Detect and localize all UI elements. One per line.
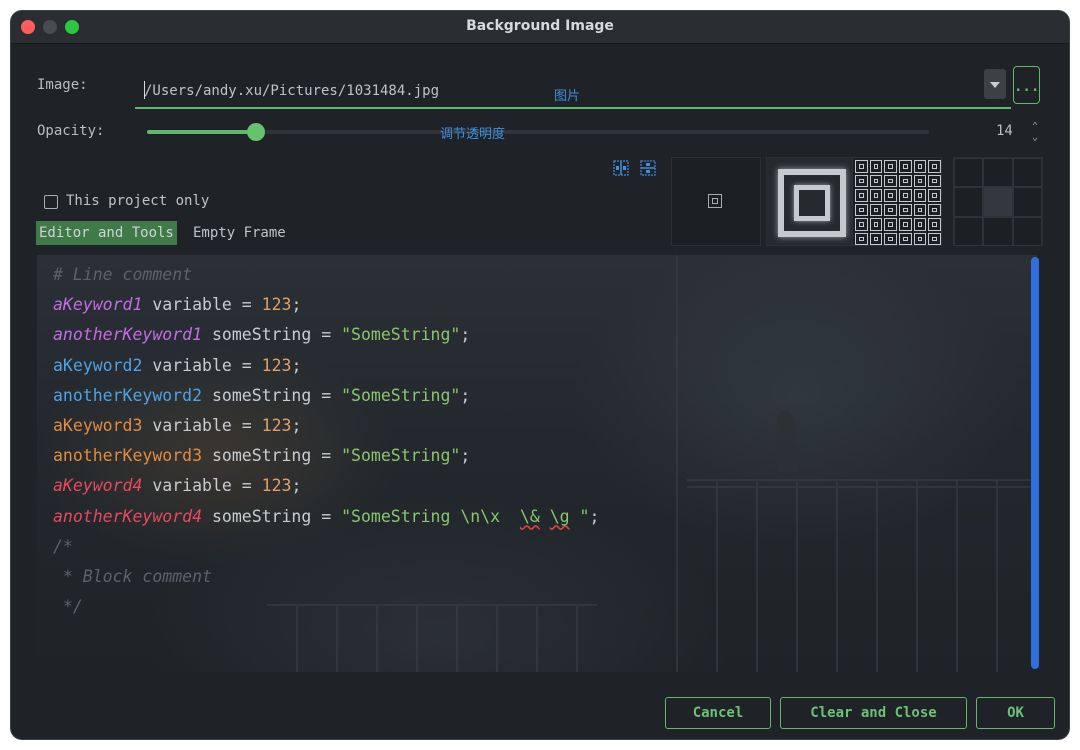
- code-operator: =: [231, 355, 262, 375]
- code-line: */: [53, 592, 599, 622]
- code-semicolon: ;: [291, 295, 302, 315]
- opacity-increment-icon[interactable]: ⌃: [1029, 122, 1041, 132]
- code-string: ": [569, 506, 590, 526]
- code-keyword: aKeyword1: [53, 295, 143, 315]
- code-semicolon: ;: [460, 325, 471, 345]
- code-keyword: aKeyword4: [53, 476, 143, 496]
- code-semicolon: ;: [291, 355, 302, 375]
- code-comment: */: [53, 597, 83, 617]
- code-keyword: anotherKeyword3: [53, 446, 203, 466]
- layout-columns-icon[interactable]: [613, 160, 629, 176]
- code-invalid-escape: \&: [519, 506, 540, 526]
- code-operator: =: [231, 476, 262, 496]
- editor-preview: # Line comment aKeyword1 variable = 123; a…: [37, 255, 1037, 672]
- title-bar: Background Image: [11, 11, 1069, 44]
- code-identifier: someString: [211, 325, 312, 345]
- code-semicolon: ;: [291, 476, 302, 496]
- code-identifier: someString: [211, 506, 312, 526]
- opacity-slider-fill: [147, 130, 257, 134]
- opacity-value[interactable]: 14: [996, 123, 1013, 139]
- code-identifier: variable: [152, 415, 232, 435]
- this-project-only-label[interactable]: This project only: [66, 193, 209, 209]
- tab-empty-frame[interactable]: Empty Frame: [190, 221, 289, 245]
- tab-editor-and-tools[interactable]: Editor and Tools: [36, 221, 177, 245]
- dialog-window: Background Image Image: /Users/andy.xu/P…: [11, 11, 1069, 739]
- opacity-slider-thumb[interactable]: [247, 123, 266, 141]
- code-line: anotherKeyword2 someString = "SomeString…: [53, 381, 599, 411]
- code-invalid-escape: \g: [549, 506, 570, 526]
- code-line: * Block comment: [53, 562, 599, 592]
- code-operator: =: [311, 446, 342, 466]
- opacity-label: Opacity:: [37, 123, 105, 139]
- this-project-only-checkbox[interactable]: [44, 195, 58, 209]
- code-identifier: variable: [152, 476, 232, 496]
- code-identifier: variable: [152, 295, 232, 315]
- text-caret: [144, 81, 145, 99]
- code-keyword: aKeyword3: [53, 415, 143, 435]
- code-value: "SomeString": [341, 325, 461, 345]
- code-identifier: someString: [211, 446, 312, 466]
- code-keyword: aKeyword2: [53, 355, 143, 375]
- placement-center-icon[interactable]: [671, 157, 761, 246]
- placement-stretch-icon[interactable]: [766, 157, 856, 246]
- image-path-underline: [135, 107, 1011, 109]
- clear-and-close-button[interactable]: Clear and Close: [780, 697, 967, 729]
- code-comment: /*: [53, 536, 73, 556]
- code-line: /*: [53, 532, 599, 562]
- image-label: Image:: [37, 77, 88, 93]
- window-title: Background Image: [466, 18, 614, 34]
- code-value: 123: [261, 295, 292, 315]
- code-keyword: anotherKeyword1: [53, 325, 203, 345]
- code-operator: =: [231, 295, 262, 315]
- cancel-button[interactable]: Cancel: [665, 697, 771, 729]
- code-line: aKeyword3 variable = 123;: [53, 411, 599, 441]
- image-annotation: 图片: [554, 89, 581, 104]
- code-value: 123: [261, 476, 292, 496]
- code-keyword: anotherKeyword4: [53, 506, 203, 526]
- code-comment: # Line comment: [53, 265, 193, 284]
- code-string: [540, 507, 550, 526]
- history-dropdown-button[interactable]: [984, 69, 1006, 99]
- code-line: aKeyword1 variable = 123;: [53, 290, 599, 320]
- code-keyword: anotherKeyword2: [53, 385, 203, 405]
- code-sample: # Line comment aKeyword1 variable = 123; a…: [53, 260, 599, 622]
- code-semicolon: ;: [460, 446, 471, 466]
- code-semicolon: ;: [291, 415, 302, 435]
- code-semicolon: ;: [460, 385, 471, 405]
- layout-rows-icon[interactable]: [640, 160, 656, 176]
- code-operator: =: [231, 415, 262, 435]
- code-value: "SomeString": [341, 446, 461, 466]
- code-identifier: variable: [152, 355, 232, 375]
- code-identifier: someString: [211, 385, 312, 405]
- code-operator: =: [311, 385, 342, 405]
- code-line: aKeyword2 variable = 123;: [53, 351, 599, 381]
- opacity-decrement-icon[interactable]: ⌄: [1029, 133, 1041, 143]
- anchor-grid-icon[interactable]: [953, 157, 1043, 246]
- code-operator: =: [311, 506, 342, 526]
- code-operator: =: [311, 325, 342, 345]
- code-string: "SomeString \n\x: [341, 506, 520, 526]
- code-line: # Line comment: [53, 260, 599, 290]
- code-line: anotherKeyword3 someString = "SomeString…: [53, 441, 599, 471]
- code-line: anotherKeyword4 someString = "SomeString…: [53, 502, 599, 532]
- opacity-annotation: 调节透明度: [440, 127, 506, 142]
- code-line: aKeyword4 variable = 123;: [53, 471, 599, 501]
- code-value: 123: [261, 415, 292, 435]
- code-value: "SomeString": [341, 385, 461, 405]
- editor-scrollbar[interactable]: [1031, 257, 1039, 669]
- code-semicolon: ;: [589, 506, 600, 526]
- browse-button[interactable]: ...: [1013, 66, 1040, 104]
- code-line: anotherKeyword1 someString = "SomeString…: [53, 320, 599, 350]
- ok-button[interactable]: OK: [976, 697, 1055, 729]
- code-value: 123: [261, 355, 292, 375]
- code-comment: * Block comment: [53, 566, 212, 586]
- placement-tile-icon[interactable]: [852, 157, 942, 246]
